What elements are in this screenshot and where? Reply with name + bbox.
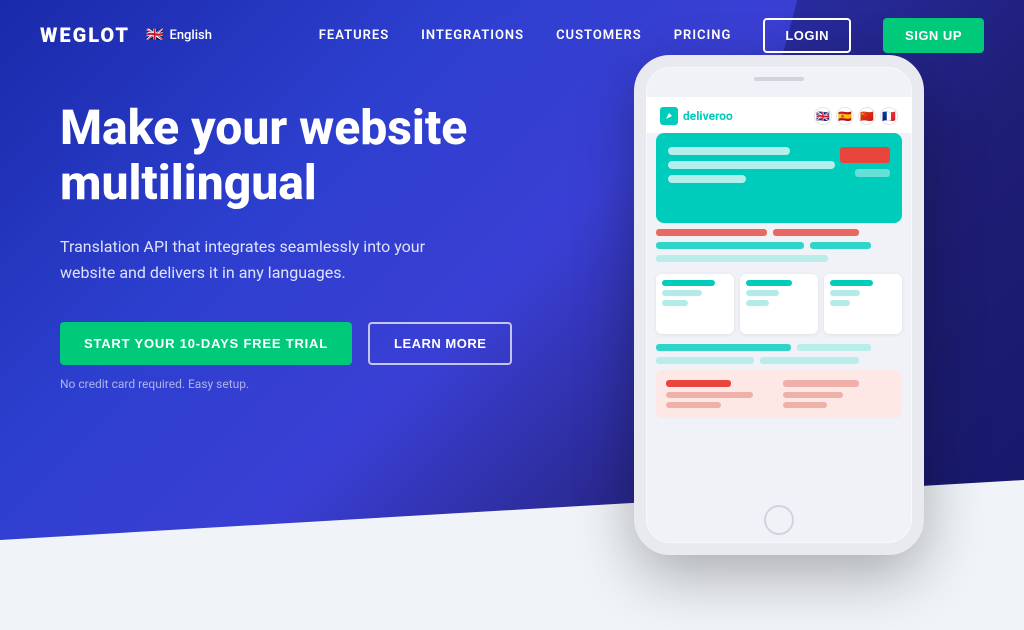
card-line-2 [662,290,702,296]
card-line-8 [830,290,860,296]
signup-button[interactable]: SIGN UP [883,18,984,53]
flag-icon: 🇬🇧 [146,27,163,43]
phone-speaker [754,77,804,81]
content-line-3 [656,242,804,249]
content-line-2 [773,229,859,236]
logo-text: WEGLOT [40,23,130,47]
content-row-5 [656,357,902,364]
hero-actions: START YOUR 10-DAYS FREE TRIAL LEARN MORE [60,322,580,365]
content-line-8 [656,357,754,364]
learn-more-button[interactable]: LEARN MORE [368,322,512,365]
content-line-9 [760,357,858,364]
card-line-5 [746,290,779,296]
app-card-2 [740,274,818,334]
footer-col-2 [783,380,892,408]
card-line-3 [662,300,688,306]
flag-uk: 🇬🇧 [814,107,832,125]
content-line-4 [810,242,872,249]
nav-customers[interactable]: CUSTOMERS [556,28,642,43]
phone-mockup: deliveroo 🇬🇧 🇪🇸 🇨🇳 🇫🇷 [634,55,944,575]
card-line-6 [746,300,769,306]
main-nav: FEATURES INTEGRATIONS CUSTOMERS PRICING … [319,18,984,53]
nav-integrations[interactable]: INTEGRATIONS [421,28,524,43]
content-row-3 [656,255,902,262]
deliveroo-icon [660,107,678,125]
flag-cn: 🇨🇳 [858,107,876,125]
app-card-3 [824,274,902,334]
phone-frame: deliveroo 🇬🇧 🇪🇸 🇨🇳 🇫🇷 [634,55,924,555]
hero-subtitle: Translation API that integrates seamless… [60,234,480,285]
deliveroo-svg [664,111,674,121]
language-selector[interactable]: 🇬🇧 English [146,27,212,43]
nav-pricing[interactable]: PRICING [674,28,732,43]
banner-line-2 [668,161,835,169]
footer-line-2 [666,392,753,398]
app-content-1 [646,229,912,262]
card-line-1 [662,280,715,286]
phone-home-button [764,505,794,535]
content-line-1 [656,229,767,236]
deliveroo-name: deliveroo [683,109,733,123]
hero-content: Make your website multilingual Translati… [60,100,580,391]
login-button[interactable]: LOGIN [763,18,851,53]
banner-button-1 [840,147,890,163]
content-line-7 [797,344,871,351]
footer-col-1 [666,380,775,408]
footer-line-4 [783,380,859,387]
hero-note: No credit card required. Easy setup. [60,377,580,391]
content-row-2 [656,242,902,249]
flag-es: 🇪🇸 [836,107,854,125]
flag-fr: 🇫🇷 [880,107,898,125]
app-cards [646,268,912,340]
hero-title: Make your website multilingual [60,100,580,210]
flag-row: 🇬🇧 🇪🇸 🇨🇳 🇫🇷 [814,107,898,125]
trial-button[interactable]: START YOUR 10-DAYS FREE TRIAL [60,322,352,365]
banner-line-1 [668,147,790,155]
app-banner [656,133,902,223]
content-row-1 [656,229,902,236]
footer-line-1 [666,380,731,387]
app-footer-section [656,370,902,418]
content-line-6 [656,344,791,351]
card-line-4 [746,280,792,286]
deliveroo-logo: deliveroo [660,107,733,125]
app-header: deliveroo 🇬🇧 🇪🇸 🇨🇳 🇫🇷 [646,97,912,133]
content-line-5 [656,255,828,262]
footer-line-6 [783,402,827,408]
phone-screen: deliveroo 🇬🇧 🇪🇸 🇨🇳 🇫🇷 [646,97,912,513]
banner-button-2 [855,169,890,177]
language-label: English [169,28,212,43]
footer-line-3 [666,402,721,408]
banner-line-3 [668,175,746,183]
app-content-2 [646,344,912,364]
card-line-7 [830,280,873,286]
card-line-9 [830,300,850,306]
nav-features[interactable]: FEATURES [319,28,389,43]
content-row-4 [656,344,902,351]
footer-line-5 [783,392,843,398]
logo-link[interactable]: WEGLOT [40,23,130,47]
app-card-1 [656,274,734,334]
header: WEGLOT 🇬🇧 English FEATURES INTEGRATIONS … [0,0,1024,70]
